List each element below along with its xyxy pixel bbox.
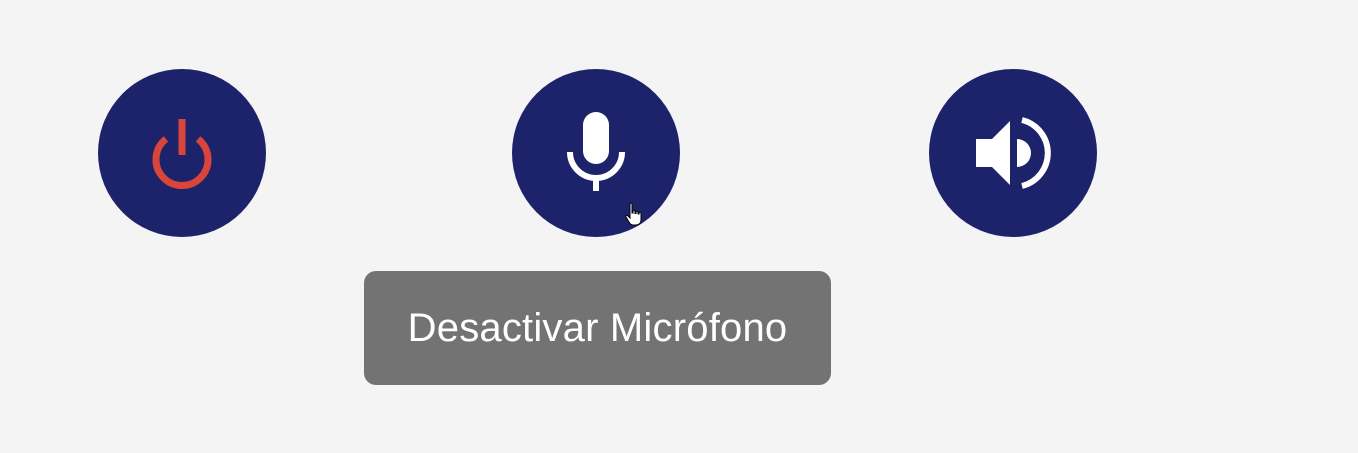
control-panel: Desactivar Micrófono	[0, 0, 1358, 453]
microphone-icon	[567, 112, 625, 191]
speaker-volume-icon	[976, 117, 1051, 189]
power-button[interactable]	[98, 69, 266, 237]
tooltip-text: Desactivar Micrófono	[407, 305, 788, 350]
power-icon	[152, 119, 212, 189]
microphone-tooltip: Desactivar Micrófono	[364, 271, 831, 385]
microphone-button[interactable]	[512, 69, 680, 237]
speaker-button[interactable]	[929, 69, 1097, 237]
hand-pointer-icon	[625, 202, 642, 226]
